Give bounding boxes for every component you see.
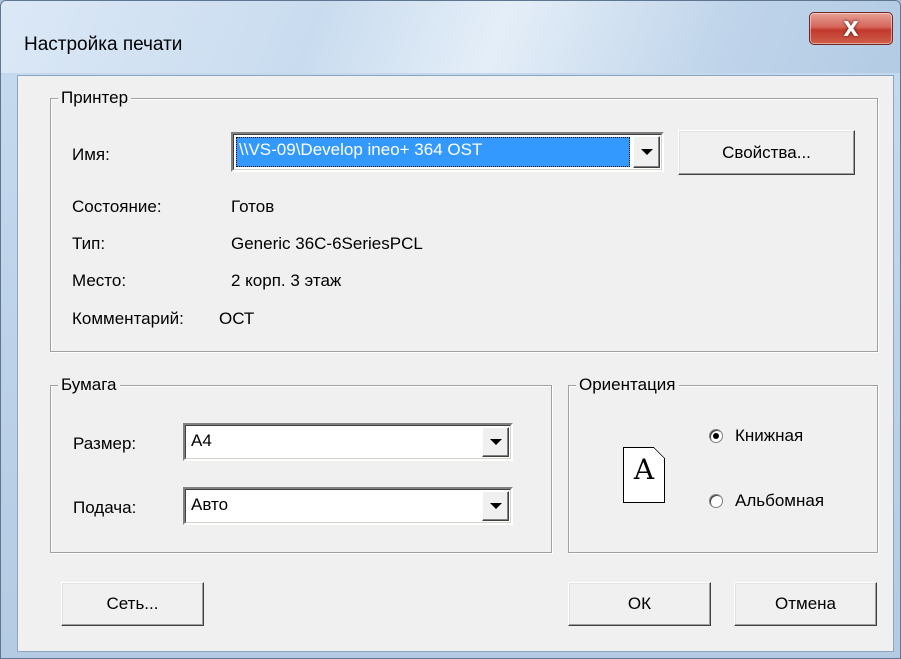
properties-button-label: Свойства... bbox=[722, 142, 811, 162]
location-label: Место: bbox=[72, 271, 127, 290]
paper-size-dropdown[interactable]: A4 bbox=[183, 423, 513, 461]
printer-name-label: Имя: bbox=[72, 145, 110, 164]
paper-size-dropdown-arrow[interactable] bbox=[482, 427, 509, 457]
cancel-button[interactable]: Отмена bbox=[734, 582, 877, 626]
title-bar[interactable]: Настройка печати X bbox=[1, 1, 900, 73]
orientation-group: Ориентация A Книжная Альбомная bbox=[568, 375, 878, 553]
page-portrait-icon: A bbox=[623, 447, 665, 503]
chevron-down-icon bbox=[489, 503, 502, 509]
printer-name-value: \\VS-09\Develop ineo+ 364 OST bbox=[236, 137, 630, 167]
close-button[interactable]: X bbox=[809, 12, 893, 45]
printer-name-dropdown-arrow[interactable] bbox=[633, 136, 660, 168]
dialog-body: Принтер Имя: \\VS-09\Develop ineo+ 364 O… bbox=[17, 75, 894, 652]
printer-group: Принтер Имя: \\VS-09\Develop ineo+ 364 O… bbox=[50, 88, 878, 352]
ok-button-label: ОК bbox=[627, 594, 652, 613]
landscape-radio[interactable] bbox=[709, 494, 723, 508]
portrait-radio[interactable] bbox=[709, 429, 723, 443]
cancel-button-label: Отмена bbox=[775, 594, 836, 613]
paper-source-value: Авто bbox=[191, 495, 229, 514]
network-button[interactable]: Сеть... bbox=[61, 582, 204, 626]
properties-button[interactable]: Свойства... bbox=[678, 130, 855, 175]
network-button-label: Сеть... bbox=[106, 594, 159, 613]
comment-label: Комментарий: bbox=[72, 309, 184, 328]
type-label: Тип: bbox=[72, 234, 106, 253]
printer-group-label: Принтер bbox=[58, 88, 132, 108]
landscape-label[interactable]: Альбомная bbox=[735, 491, 824, 511]
status-label: Состояние: bbox=[72, 197, 162, 216]
paper-group: Бумага Размер: A4 Подача: Авто bbox=[50, 375, 552, 553]
printer-name-dropdown[interactable]: \\VS-09\Develop ineo+ 364 OST bbox=[231, 132, 664, 172]
page-portrait-icon-letter: A bbox=[633, 453, 655, 486]
close-icon: X bbox=[843, 16, 859, 41]
paper-source-dropdown-arrow[interactable] bbox=[482, 491, 509, 521]
portrait-label[interactable]: Книжная bbox=[735, 426, 803, 446]
paper-source-label: Подача: bbox=[73, 498, 137, 517]
chevron-down-icon bbox=[640, 149, 653, 155]
orientation-group-label: Ориентация bbox=[576, 375, 679, 395]
location-value: 2 корп. 3 этаж bbox=[231, 271, 342, 290]
type-value: Generic 36C-6SeriesPCL bbox=[231, 234, 423, 253]
window-title: Настройка печати bbox=[24, 34, 183, 55]
paper-source-dropdown[interactable]: Авто bbox=[183, 487, 513, 525]
status-value: Готов bbox=[231, 197, 275, 216]
ok-button[interactable]: ОК bbox=[568, 582, 711, 626]
paper-size-value: A4 bbox=[191, 431, 212, 450]
print-setup-dialog: Настройка печати X Принтер Имя: \\VS-09\… bbox=[0, 0, 901, 659]
paper-size-label: Размер: bbox=[73, 434, 137, 453]
chevron-down-icon bbox=[489, 439, 502, 445]
comment-value: ОСТ bbox=[219, 309, 255, 328]
paper-group-label: Бумага bbox=[58, 375, 120, 395]
